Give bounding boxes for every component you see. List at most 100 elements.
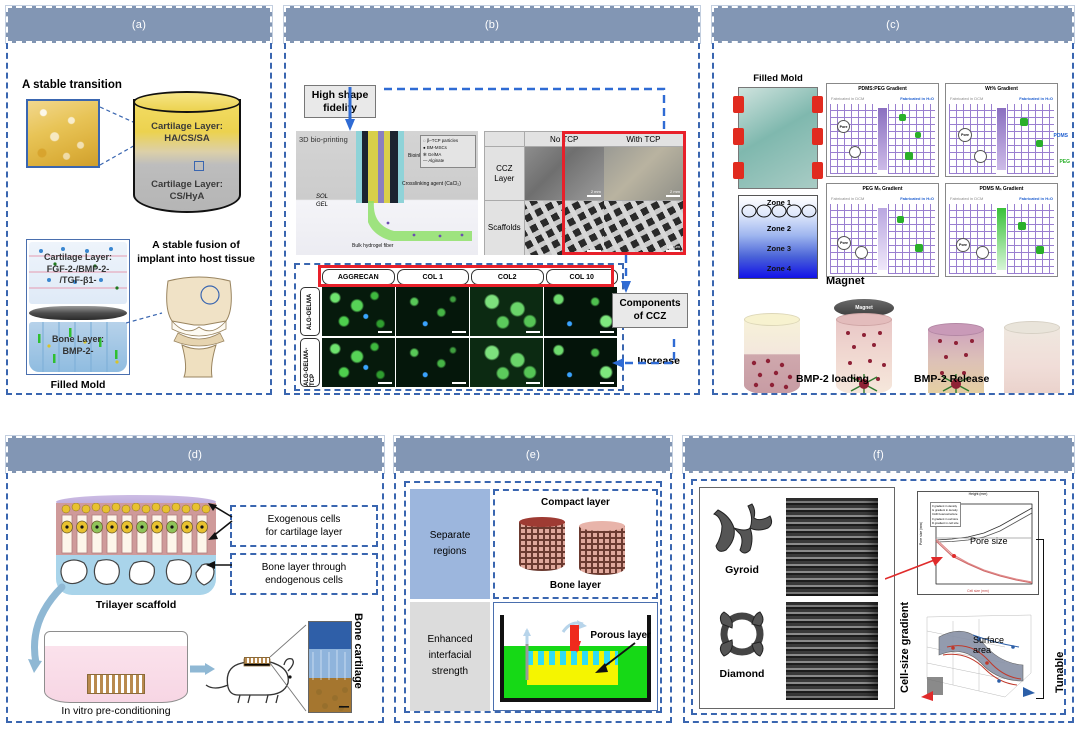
trilayer-stack: Cartilage Layer: FGF-2-/BMP-2- /TGF-β1- (26, 239, 130, 375)
bone-region (56, 555, 216, 595)
trabecular-bone-pattern (60, 559, 215, 586)
legend-item-alginate: — Alginate (423, 158, 445, 164)
zone1-pores (741, 204, 817, 218)
scalebar (452, 382, 466, 384)
porous-layer-label: Porous layer (590, 630, 651, 642)
chart1-y-axis-label: Pore size (mm) (919, 522, 923, 545)
knee-joint-illustration (166, 276, 232, 378)
mold-clip (812, 96, 823, 113)
panel-c-body: Filled Mold Zone 1 Zone 2 Zone 3 Zone 4 (712, 43, 1074, 395)
particle-dot (915, 244, 923, 252)
row-enhanced-strength: Enhanced interfacial strength Porous lay… (410, 601, 658, 711)
gradient-matrix: PDMS:PEG Gradient Fabricated in DCM Fabr… (826, 83, 1058, 279)
filled-mold-label: Filled Mold (50, 379, 106, 391)
endogenous-cells-callout: Bone layer through endogenous cells (230, 553, 378, 595)
panel-a-label: (a) (5, 5, 273, 44)
syringe-plunger (523, 627, 532, 680)
sol-gel-labels: SOL GEL (316, 194, 329, 209)
polymer-network-right (1007, 104, 1054, 174)
cartilage-region (56, 503, 216, 555)
cylinder-wall (579, 526, 625, 575)
chart2-plot (921, 614, 1035, 701)
cylinder-porous-top (579, 521, 625, 531)
printing-setup-cell: Porous layer (493, 601, 658, 711)
zoom-marker-square (194, 161, 204, 171)
panel-b-body: High shape fidelity 3D bio-printing SOL (284, 43, 700, 395)
cylinder-top (1004, 321, 1060, 334)
separate-regions-label: Separate regions (410, 489, 490, 599)
chart1-x-axis-label: Cell size (mm) (967, 589, 989, 593)
pore-circle: Pore (958, 128, 972, 142)
particle-dot (897, 216, 904, 223)
gradient-arrow-bar (878, 208, 887, 270)
scalebar (526, 331, 540, 333)
panel-f-label: (f) (682, 435, 1075, 474)
panel-d-body: Trilayer scaffold Exogenous cells for ca… (6, 473, 384, 723)
gradient-arrow-bar (997, 108, 1006, 170)
trilayer-scaffold-diagram (56, 495, 216, 595)
cartilage-layer-block: Cartilage Layer: FGF-2-/BMP-2- /TGF-β1- (29, 242, 127, 304)
pore-circle (974, 150, 987, 163)
panel-c: (c) Filled Mold Zone 1 Zone 2 Zone 3 Zon… (711, 5, 1075, 414)
fluorescence-row-alg-gelma: ALG-GELMA (300, 287, 618, 336)
bone-layer-block: Bone Layer: BMP-2- (29, 322, 127, 372)
panel-b-label: (b) (283, 5, 701, 44)
zone-label-4: Zone 4 (766, 264, 792, 273)
row-label-scaffolds: Scaffolds (485, 201, 525, 255)
polymer-network-left (949, 204, 996, 274)
crosslinking-annotation: Crosslinking agent (CaCl₂) (402, 181, 461, 187)
histology-texture (312, 650, 349, 711)
pore-circle (849, 146, 861, 158)
marker-row-highlight-box (318, 265, 614, 287)
legend-entry-2: CAD heterostructure (932, 512, 958, 517)
panel-c-label: (c) (711, 5, 1075, 44)
fabricated-h2o-label: Fabricated in H₂O (1019, 196, 1053, 201)
legend-item-msc: ● BM-MSCs (423, 144, 447, 150)
cartilage-layer-bottom-label: Cartilage Layer: CS/HyA (151, 179, 223, 202)
panel-d: (d) Trilayer scaffold Exogenous cells fo… (5, 435, 385, 736)
preconditioning-label: In vitro pre-conditioning (1 week) (61, 705, 171, 721)
fluor-image-col10-gelma (544, 287, 617, 336)
high-shape-fidelity-box: High shape fidelity (304, 85, 376, 119)
fluor-image-aggrecan-gelma (322, 287, 395, 336)
fabricated-dcm-label: Fabricated in DCM (950, 96, 984, 101)
scalebar (526, 382, 540, 384)
exogenous-cells-callout: Exogenous cells for cartilage layer (230, 505, 378, 547)
3d-bioprinting-label: 3D bio-printing (299, 135, 348, 144)
gyroid-gradient-block (786, 498, 878, 596)
cartilage-stack-label: Cartilage Layer: FGF-2-/BMP-2- /TGF-β1- (43, 252, 113, 286)
fiber-annotation: Bulk hydrogel fiber (352, 243, 394, 249)
polymer-network-left (949, 104, 996, 174)
particle-dot (1018, 222, 1026, 230)
figure-canvas: (a) A stable transition Cartilage Layer:… (0, 0, 1080, 741)
bmp2-release-label: BMP-2 Release (914, 373, 990, 385)
histology-leader-lines (269, 624, 307, 712)
fluor-image-aggrecan-tcp (322, 338, 395, 387)
panel-f: (f) Gyroid Diamond Cell-size gradient He… (682, 435, 1075, 736)
fabricated-h2o-label: Fabricated in H₂O (900, 96, 934, 101)
surface-area-chart: Surface area (913, 601, 1043, 711)
panel-b: (b) High shape fidelity 3D bio-printing (283, 5, 701, 414)
legend-item-gelma: ✻ GelMA (423, 151, 442, 157)
panel-f-body: Gyroid Diamond Cell-size gradient Height… (683, 473, 1074, 723)
row-label-alg-gelma-tcp: ALG-GELMA-TCP (300, 338, 320, 387)
panel-a-body: A stable transition Cartilage Layer: HA/… (6, 43, 272, 395)
pdms-side-label: PDMS (1053, 133, 1068, 139)
polymer-network-right (888, 204, 935, 274)
gyroid-unit-cell (713, 503, 773, 554)
gradient-title: PDMS:PEG Gradient (858, 86, 907, 92)
fluor-image-col2-gelma (470, 287, 543, 336)
panel-e: (e) Separate regions Compact layer Bone … (393, 435, 673, 736)
cylinder-top (744, 313, 800, 326)
diamond-label: Diamond (719, 668, 765, 680)
cylinder-released (1004, 321, 1060, 393)
cylinder-cap (133, 91, 241, 113)
scalebar (452, 331, 466, 333)
interface-layer-block (29, 306, 127, 320)
polymer-network-left (830, 104, 877, 174)
particle-dot (899, 114, 906, 121)
legend-item-tcp: ◌ β–TCP particles (423, 138, 459, 143)
gradient-cell-pdms-mn: PDMS Mₙ Gradient Fabricated in DCM Fabri… (945, 183, 1058, 277)
fluor-image-col10-tcp (544, 338, 617, 387)
mold-clip (733, 128, 744, 145)
